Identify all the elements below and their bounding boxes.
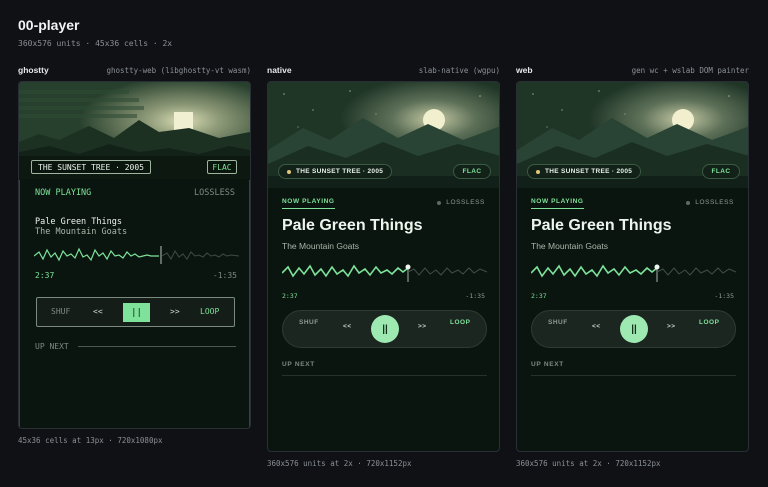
format-badge: FLAC [207,160,237,174]
album-dot [536,169,540,174]
album-pill: THE SUNSET TREE · 2005 [527,164,642,179]
remaining-time: -1:35 [465,292,485,300]
pause-icon: || [382,323,388,335]
shuffle-button[interactable]: SHUF [299,319,319,326]
shuffle-button[interactable]: SHUF [51,307,70,316]
web-player-frame: THE SUNSET TREE · 2005 FLAC NOW PLAYING … [516,81,749,452]
song-title: Pale Green Things [531,217,672,234]
column-name: web [516,65,533,75]
lossless-indicator: LOSSLESS [686,199,734,206]
next-button[interactable]: >> [418,323,427,330]
pause-icon: || [131,307,142,318]
album-pill: THE SUNSET TREE · 2005 [278,164,393,179]
elapsed-time: 2:37 [282,292,298,300]
column-desc: ghostty-web (libghostty-vt wasm) [106,65,252,75]
remaining-time: -1:35 [212,271,237,280]
artist-name: The Mountain Goats [282,241,360,251]
now-playing-tab[interactable]: NOW PLAYING [282,198,335,209]
pause-icon: || [631,323,637,335]
column-desc: slab-native (wgpu) [418,65,500,75]
remaining-time: -1:35 [714,292,734,300]
transport-controls: SHUF << || >> LOOP [531,310,736,348]
play-pause-button[interactable]: || [371,315,399,343]
page-title: 00-player [18,17,80,33]
artist-name: The Mountain Goats [531,241,609,251]
native-player-frame: THE SUNSET TREE · 2005 FLAC NOW PLAYING … [267,81,500,452]
waveform-scrubber[interactable] [530,258,737,284]
divider [531,375,736,376]
waveform[interactable] [33,244,240,266]
ghostty-body: NOW PLAYING LOSSLESS Pale Green Things T… [19,180,250,428]
play-pause-button[interactable]: || [123,303,150,322]
format-badge: FLAC [453,164,491,179]
column-header-ghostty: ghostty ghostty-web (libghostty-vt wasm) [18,64,251,76]
loop-button[interactable]: LOOP [200,307,219,316]
shuffle-button[interactable]: SHUF [548,319,568,326]
transport-controls: SHUF << || >> LOOP [36,297,235,327]
web-caption: 360x576 units at 2x · 720x1152px [516,459,661,468]
ghostty-player-frame: THE SUNSET TREE · 2005 FLAC NOW PLAYING … [18,81,251,429]
divider [78,346,236,347]
album-label: THE SUNSET TREE · 2005 [545,168,633,175]
up-next-label: UP NEXT [531,361,564,368]
column-desc: gen wc + wslab DOM painter [631,65,749,75]
album-label: THE SUNSET TREE · 2005 [296,168,384,175]
waveform-scrubber[interactable] [281,258,488,284]
elapsed-time: 2:37 [531,292,547,300]
album-dot [287,169,291,174]
lossless-indicator: LOSSLESS [437,199,485,206]
column-name: ghostty [18,65,49,75]
transport-controls: SHUF << || >> LOOP [282,310,487,348]
prev-button[interactable]: << [343,323,352,330]
up-next-label: UP NEXT [35,342,69,351]
play-pause-button[interactable]: || [620,315,648,343]
prev-button[interactable]: << [93,307,103,316]
now-playing-label: NOW PLAYING [35,188,92,198]
loop-button[interactable]: LOOP [450,319,470,326]
lossless-label: LOSSLESS [695,199,734,206]
ghostty-caption: 45x36 cells at 13px · 720x1080px [18,436,163,445]
lossless-dot [437,200,442,205]
lossless-label: LOSSLESS [446,199,485,206]
column-name: native [267,65,292,75]
prev-button[interactable]: << [592,323,601,330]
song-title: Pale Green Things [282,217,423,234]
divider [282,375,487,376]
next-button[interactable]: >> [667,323,676,330]
loop-button[interactable]: LOOP [699,319,719,326]
lossless-label: LOSSLESS [194,188,235,198]
artist-name: The Mountain Goats [35,227,128,237]
page-subtitle: 360x576 units · 45x36 cells · 2x [18,39,173,48]
elapsed-time: 2:37 [35,271,55,280]
now-playing-tab[interactable]: NOW PLAYING [531,198,584,209]
next-button[interactable]: >> [170,307,180,316]
column-header-native: native slab-native (wgpu) [267,64,500,76]
native-caption: 360x576 units at 2x · 720x1152px [267,459,412,468]
song-title: Pale Green Things [35,217,122,227]
format-badge: FLAC [702,164,740,179]
lossless-dot [686,200,691,205]
album-pill: THE SUNSET TREE · 2005 [31,160,151,174]
up-next-label: UP NEXT [282,361,315,368]
column-header-web: web gen wc + wslab DOM painter [516,64,749,76]
